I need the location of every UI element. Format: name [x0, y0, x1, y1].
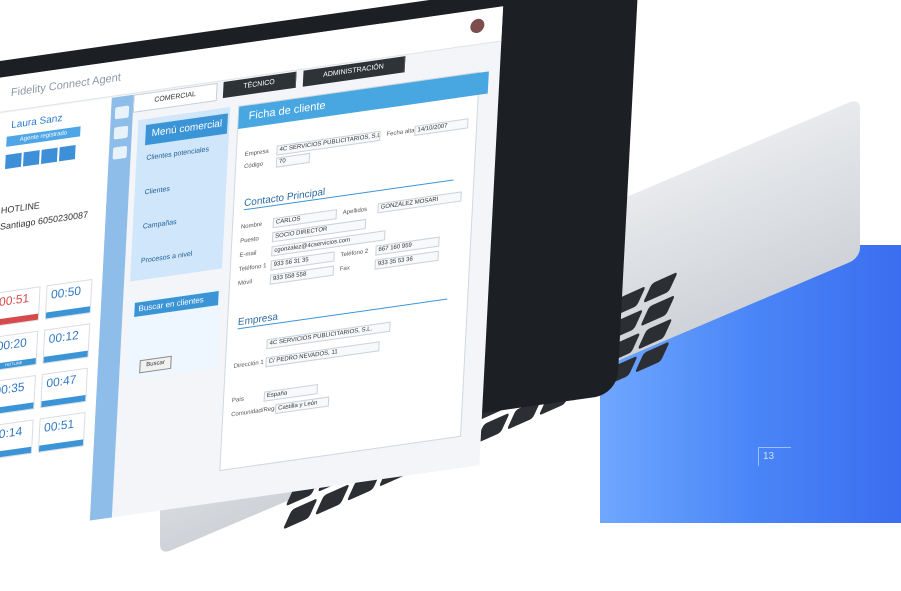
commercial-menu: Menú comercial Clientes potenciales Clie… [130, 107, 231, 282]
apellidos-label: Apellidos [342, 206, 368, 217]
pais-label: País [231, 396, 245, 405]
main-tabs: COMERCIAL TÉCNICO ADMINISTRACIÓN [132, 56, 406, 113]
phone-icon[interactable] [113, 125, 129, 140]
menu-item-campaigns[interactable]: Campañas [143, 219, 177, 231]
empresa-label: Empresa [244, 148, 269, 159]
apellidos-field[interactable]: GONZÁLEZ MOSARI [377, 191, 462, 214]
edit-icon[interactable] [5, 152, 22, 170]
puesto-label: Puesto [239, 236, 259, 245]
avatar-icon[interactable] [470, 17, 485, 34]
client-card: Ficha de cliente Empresa 4C SERVICIOS PU… [219, 71, 489, 472]
call-time: 00:47 [46, 372, 77, 391]
call-card[interactable]: 00:20 HOTLINE [0, 330, 39, 372]
call-controls [5, 141, 102, 170]
call-time: 00:14 [0, 423, 23, 443]
call-tag [43, 350, 88, 363]
menu-title: Menú comercial [145, 113, 228, 146]
empresa-field[interactable]: 4C SERVICIOS PUBLICITARIOS, S.L. [276, 130, 381, 156]
call-card[interactable]: 00:51 [0, 286, 41, 328]
direccion-label: Dirección 1 [233, 359, 264, 370]
agent-name: Laura Sanz [10, 112, 63, 132]
call-tag [0, 313, 39, 326]
call-tag [45, 306, 91, 319]
call-time: 00:12 [48, 327, 80, 347]
hotline-label: HOTLINE [0, 200, 41, 216]
nombre-label: Nombre [240, 221, 263, 231]
comunidad-select[interactable]: Castilla y León [274, 396, 330, 415]
call-card[interactable]: 00:50 [44, 278, 93, 320]
call-time: 00:51 [43, 416, 75, 435]
call-queue: 00:51 00:50 00:20 HOTLINE 00:12 00:35 00:47 00:… [0, 273, 103, 491]
call-time: 00:50 [50, 283, 82, 302]
tel2-label: Teléfono 2 [340, 248, 369, 259]
transfer-icon[interactable] [40, 147, 58, 164]
call-time: 00:20 [0, 335, 28, 354]
codigo-label: Código [243, 161, 264, 171]
call-tag [41, 394, 86, 408]
search-title: Buscar en clientes [134, 290, 219, 317]
empresa-section-title: Empresa [237, 287, 448, 330]
pause-icon[interactable] [22, 150, 40, 167]
tel1-label: Teléfono 1 [238, 263, 267, 274]
search-clients-panel: Buscar en clientes Buscar [124, 286, 221, 381]
fax-label: Fax [339, 265, 350, 273]
call-tag [0, 446, 32, 460]
call-card[interactable]: 00:12 [42, 323, 91, 365]
call-card[interactable]: 00:14 [0, 419, 34, 461]
movil-label: Móvil [237, 279, 253, 288]
menu-item-processes[interactable]: Procesos a nivel [141, 251, 193, 265]
app-title: Fidelity Connect Agent [10, 71, 122, 100]
document-icon[interactable] [114, 105, 130, 120]
call-card[interactable]: 00:35 [0, 374, 36, 416]
fecha-field[interactable]: 14/10/2007 [414, 118, 469, 137]
codigo-field[interactable]: 70 [275, 152, 311, 168]
menu-item-clients[interactable]: Clientes [144, 186, 170, 197]
call-tag: HOTLINE [0, 357, 36, 371]
search-button[interactable]: Buscar [139, 355, 172, 374]
call-tag [0, 402, 34, 415]
call-tag [38, 439, 84, 452]
share-icon[interactable] [112, 145, 128, 160]
fecha-label: Fecha alta [386, 127, 415, 138]
call-time: 00:51 [0, 290, 30, 310]
call-card[interactable]: 00:51 [37, 411, 86, 453]
laptop-screen: Fidelity Connect Agent Laura Sanz Agente… [0, 6, 504, 553]
laptop: Fidelity Connect Agent Laura Sanz Agente… [0, 0, 901, 556]
call-time: 00:35 [0, 379, 25, 398]
email-label: E-mail [239, 250, 257, 259]
menu-item-prospects[interactable]: Clientes potenciales [146, 146, 209, 162]
call-card[interactable]: 00:47 [40, 367, 88, 409]
next-icon[interactable] [58, 145, 76, 162]
